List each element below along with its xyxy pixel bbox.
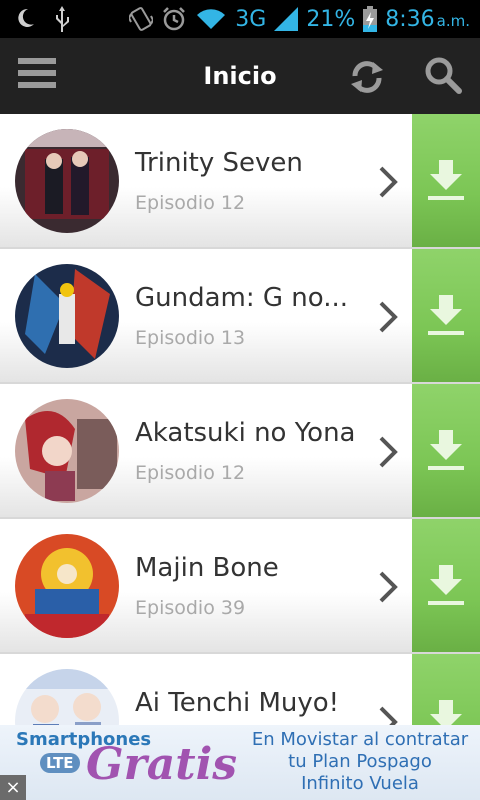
clock: 8:36 a.m. [385,7,470,32]
list-item: Trinity Seven Episodio 12 [0,114,480,249]
episode-list: Trinity Seven Episodio 12 Gundam: G no..… [0,114,480,725]
ad-line: tu Plan Pospago [288,751,432,772]
series-thumbnail [15,264,119,368]
status-bar: 3G 21% 8:36 a.m. [0,0,480,38]
series-thumbnail [15,669,119,725]
ad-banner[interactable]: Smartphones LTE Gratis En Movistar al co… [0,725,480,800]
ad-line: En Movistar al contratar [251,729,469,750]
series-title: Majin Bone [135,553,279,583]
list-item: Gundam: G no... Episodio 13 [0,249,480,384]
ad-lte-badge: LTE [40,753,80,773]
battery-percent: 21% [306,6,356,32]
download-icon [428,565,464,605]
ad-gratis-text: Gratis [86,739,238,790]
series-title: Gundam: G no... [135,283,349,313]
search-button[interactable] [422,54,464,96]
episode-label: Episodio 39 [135,597,246,619]
vibrate-icon [129,6,154,32]
clock-time: 8:36 [385,6,435,32]
download-icon [428,295,464,335]
app-bar: Inicio [0,38,480,114]
download-icon [428,430,464,470]
list-item-open[interactable]: Majin Bone Episodio 39 [0,519,412,652]
ad-close-button[interactable]: × [0,775,26,800]
list-item-open[interactable]: Trinity Seven Episodio 12 [0,114,412,247]
chevron-right-icon [379,571,398,603]
download-button[interactable] [412,384,480,517]
page-title: Inicio [203,62,277,90]
list-item-open[interactable]: Gundam: G no... Episodio 13 [0,249,412,382]
search-icon [425,57,462,94]
list-item: Ai Tenchi Muyo! [0,654,480,725]
series-thumbnail [15,534,119,638]
list-item-open[interactable]: Ai Tenchi Muyo! [0,654,412,725]
ad-body: En Movistar al contratar tu Plan Pospago… [244,729,476,795]
chevron-right-icon [379,166,398,198]
refresh-button[interactable] [346,56,388,98]
chevron-right-icon [379,301,398,333]
list-item-open[interactable]: Akatsuki no Yona Episodio 12 [0,384,412,517]
list-item: Majin Bone Episodio 39 [0,519,480,654]
series-thumbnail [15,399,119,503]
download-button[interactable] [412,249,480,382]
chevron-right-icon [379,706,398,725]
series-title: Trinity Seven [135,148,303,178]
series-thumbnail [15,129,119,233]
battery-charging-icon [363,6,378,32]
signal-icon [274,7,299,31]
episode-label: Episodio 13 [135,327,246,349]
episode-label: Episodio 12 [135,462,246,484]
download-icon [428,160,464,200]
download-button[interactable] [412,654,480,725]
usb-icon [54,6,70,32]
moon-icon [14,6,36,32]
series-title: Akatsuki no Yona [135,418,356,448]
download-icon [430,700,462,725]
alarm-icon [161,6,187,32]
network-type: 3G [235,6,267,32]
series-title: Ai Tenchi Muyo! [135,688,340,718]
refresh-icon [351,61,383,93]
ad-line: Infinito Vuela [301,773,419,794]
clock-suffix: a.m. [436,11,470,30]
chevron-right-icon [379,436,398,468]
episode-label: Episodio 12 [135,192,246,214]
download-button[interactable] [412,114,480,247]
list-item: Akatsuki no Yona Episodio 12 [0,384,480,519]
download-button[interactable] [412,519,480,652]
wifi-icon [195,7,227,31]
